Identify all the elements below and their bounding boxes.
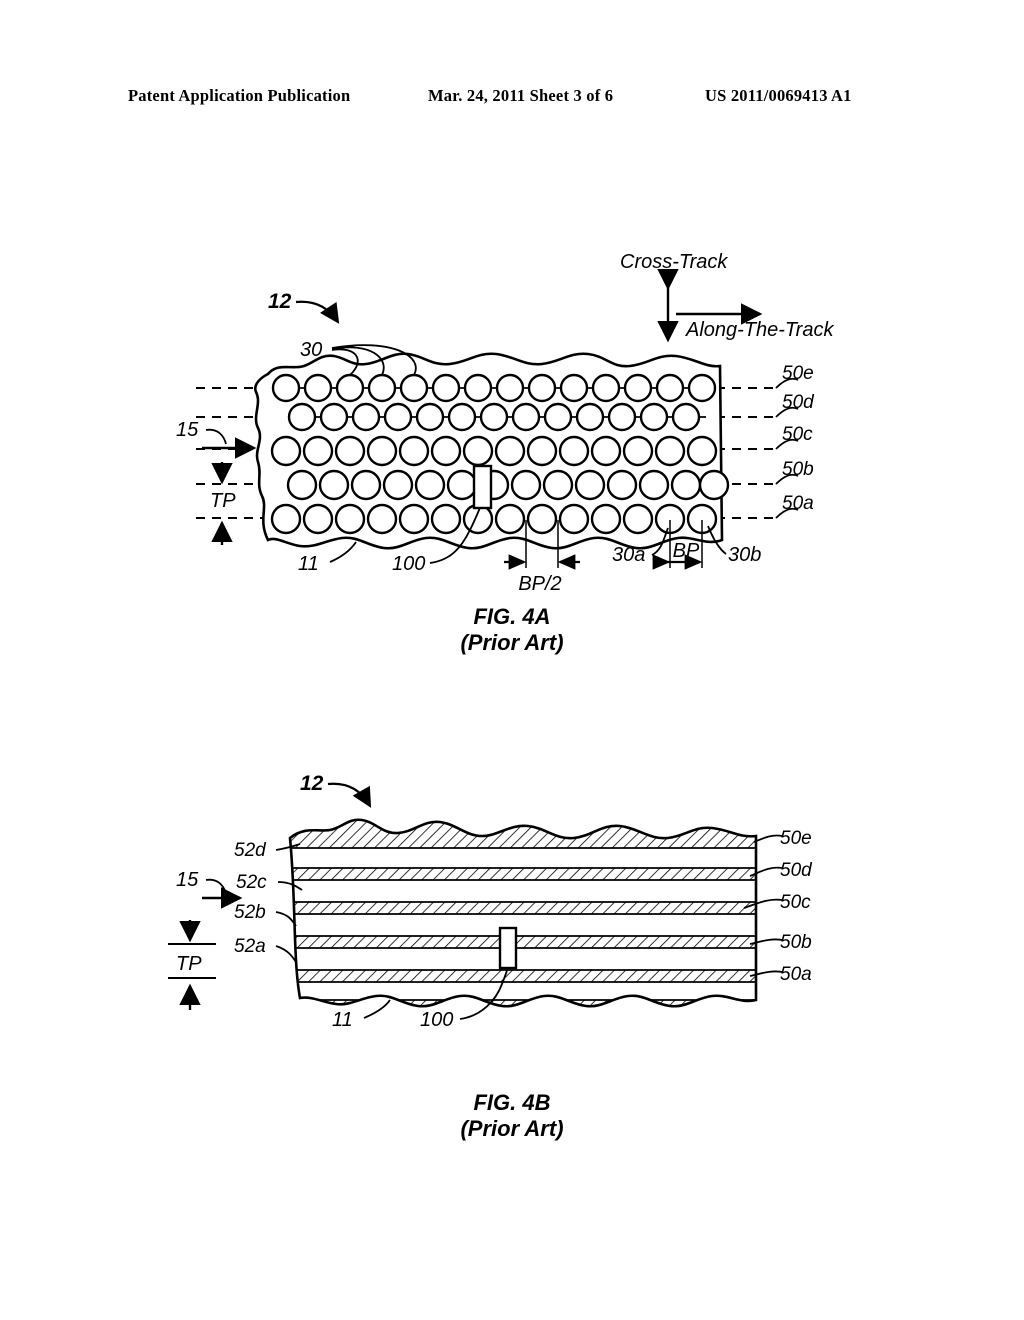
band-50a [290, 982, 756, 1000]
guard-label-52a: 52a [234, 936, 266, 957]
fig-4a-group: Cross-Track Along-The-Track 12 30 50e 50… [176, 251, 834, 655]
patent-drawing: Cross-Track Along-The-Track 12 30 50e 50… [168, 251, 834, 1141]
fig-4b-group: 12 52d 52c 52b 52a 50e 50d 50c 50b 50a 1… [168, 772, 813, 1141]
tp-label-4a: TP [210, 490, 236, 512]
track-label-4b-50e: 50e [780, 828, 812, 849]
band-52b [290, 936, 756, 948]
callout-disk-4a: 12 [268, 290, 292, 313]
track-label-4b-50c: 50c [780, 892, 811, 913]
tp-dimension-4b: TP [168, 920, 216, 1010]
band-50c [290, 914, 756, 936]
layer-stack-4b [290, 819, 756, 1007]
callout-bit-a: 30a [612, 544, 645, 566]
band-bottom-hatch [290, 1000, 756, 1007]
band-52d [290, 868, 756, 880]
callout-bit-b: 30b [728, 544, 761, 566]
track-label-4b-50b: 50b [780, 932, 812, 953]
band-50d [290, 880, 756, 902]
callout-track-group-4a: 15 [176, 419, 199, 441]
band-50e [290, 848, 756, 868]
bp-label: BP [673, 540, 700, 562]
cross-track-label: Cross-Track [620, 251, 728, 273]
fig-4b-subcaption: (Prior Art) [460, 1116, 563, 1141]
band-52c [290, 902, 756, 914]
callout-track-group-4b: 15 [176, 869, 199, 891]
track-label-50d: 50d [782, 392, 815, 413]
track-label-50b: 50b [782, 459, 814, 480]
patent-sheet: Patent Application Publication Mar. 24, … [0, 0, 1024, 1320]
callout-substrate-4b: 11 [332, 1009, 353, 1031]
fig-4a-subcaption: (Prior Art) [460, 630, 563, 655]
guard-label-52b: 52b [234, 902, 266, 923]
callout-dots-4a: 30 [300, 339, 322, 361]
callout-disk-4a-leader [295, 300, 340, 324]
guard-label-52d: 52d [234, 840, 267, 861]
along-the-track-label: Along-The-Track [685, 319, 834, 341]
callout-read-head-4b: 100 [420, 1009, 453, 1031]
band-52a [290, 970, 756, 982]
tp-label-4b: TP [176, 953, 202, 975]
track-label-50e: 50e [782, 363, 814, 384]
read-head-element-4a [472, 464, 493, 510]
bp-half-label: BP/2 [518, 573, 561, 595]
axis-legend-4a: Cross-Track Along-The-Track [620, 251, 834, 343]
track-labels-4a: 50e 50d 50c 50b 50a [775, 363, 815, 519]
callout-read-head-4a: 100 [392, 553, 425, 575]
callout-substrate-4a: 11 [298, 553, 319, 575]
band-50b [290, 948, 756, 970]
callout-disk-4b-leader [327, 782, 372, 808]
track-label-50a: 50a [782, 493, 814, 514]
guard-label-52c: 52c [236, 872, 267, 893]
track-label-4b-50a: 50a [780, 964, 812, 985]
fig-4a-caption: FIG. 4A [473, 604, 550, 629]
fig-4b-caption: FIG. 4B [473, 1090, 550, 1115]
track-label-50c: 50c [782, 424, 813, 445]
read-head-element-4b [498, 926, 518, 970]
callout-disk-4b: 12 [300, 772, 324, 795]
tp-dimension-4a: TP [210, 462, 236, 545]
track-label-4b-50d: 50d [780, 860, 813, 881]
